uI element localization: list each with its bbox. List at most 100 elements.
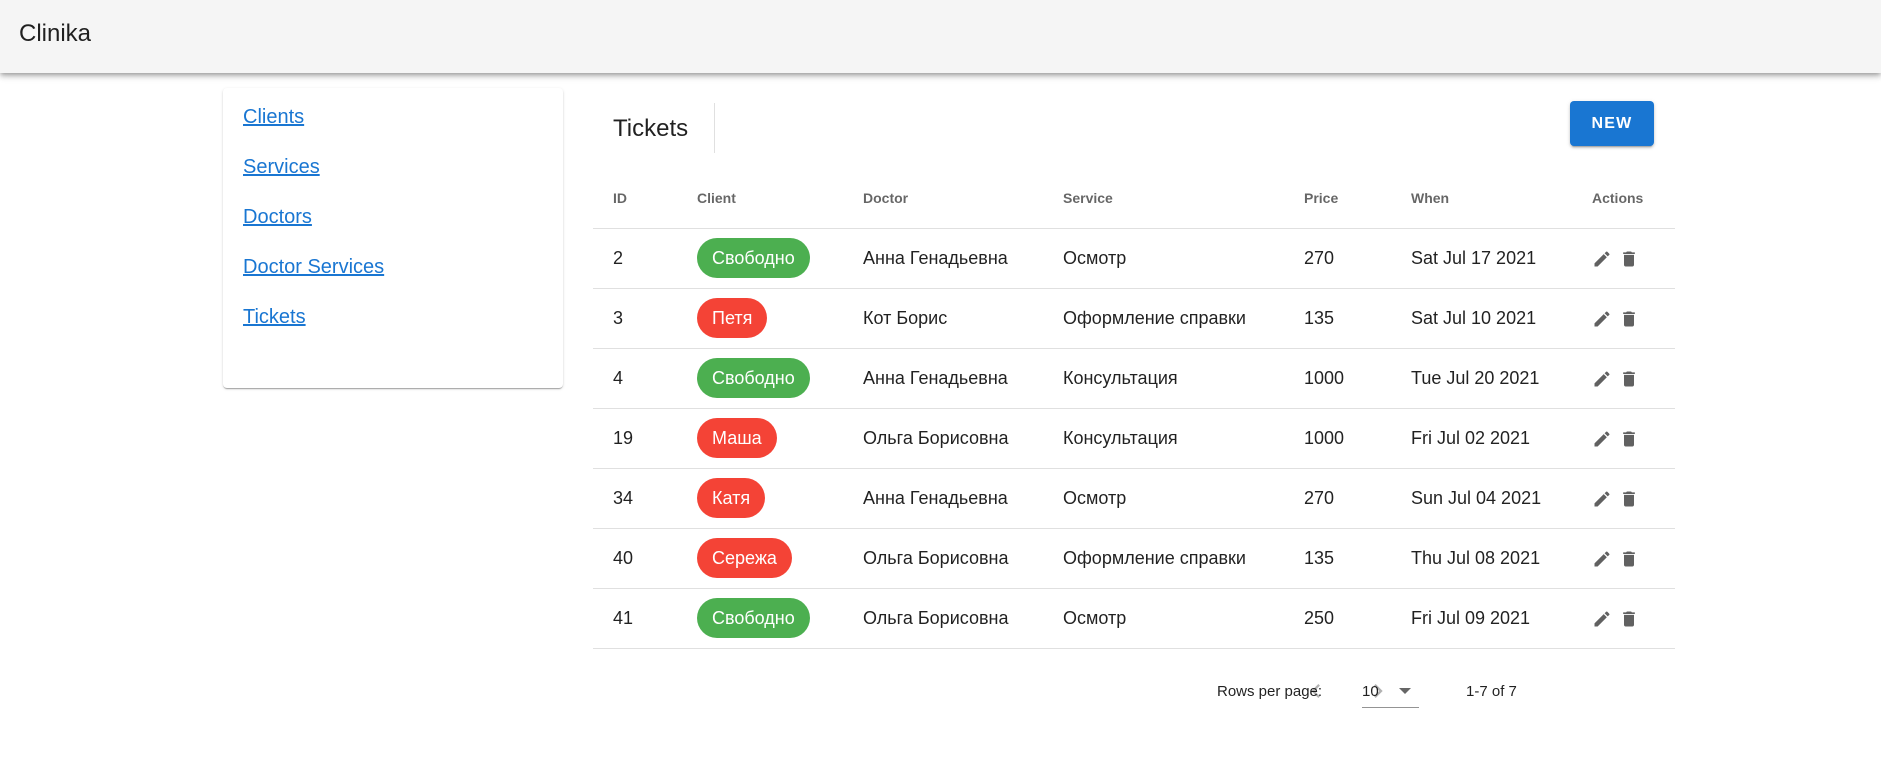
cell-doctor: Анна Генадьевна <box>863 468 1063 529</box>
cell-doctor: Ольга Борисовна <box>863 588 1063 649</box>
cell-id: 19 <box>593 408 697 469</box>
table-row[interactable]: 2 Свободно Анна Генадьевна Осмотр 270 Sat Jul… <box>593 228 1675 289</box>
title-divider <box>714 103 715 153</box>
column-header-price[interactable]: Price <box>1304 168 1411 229</box>
cell-when: Fri Jul 02 2021 <box>1411 408 1592 469</box>
table-row[interactable]: 4 Свободно Анна Генадьевна Консультация 1000… <box>593 348 1675 409</box>
delete-icon[interactable] <box>1619 609 1639 629</box>
table-row[interactable]: 19 Маша Ольга Борисовна Консультация 1000 Fri… <box>593 408 1675 469</box>
column-header-client[interactable]: Client <box>697 168 863 229</box>
cell-price: 135 <box>1304 528 1411 589</box>
edit-icon[interactable] <box>1592 429 1612 449</box>
table-row[interactable]: 41 Свободно Ольга Борисовна Осмотр 250 Fri Ju… <box>593 588 1675 649</box>
cell-price: 270 <box>1304 228 1411 289</box>
cell-service: Осмотр <box>1063 468 1304 529</box>
client-chip[interactable]: Маша <box>697 418 777 458</box>
cell-doctor: Анна Генадьевна <box>863 348 1063 409</box>
cell-doctor: Анна Генадьевна <box>863 228 1063 289</box>
cell-client: Свободно <box>697 348 863 409</box>
sidebar-item-tickets[interactable]: Tickets <box>243 306 306 329</box>
delete-icon[interactable] <box>1619 489 1639 509</box>
cell-doctor: Кот Борис <box>863 288 1063 349</box>
client-chip[interactable]: Свободно <box>697 598 810 638</box>
edit-icon[interactable] <box>1592 609 1612 629</box>
delete-icon[interactable] <box>1619 549 1639 569</box>
delete-icon[interactable] <box>1619 249 1639 269</box>
column-header-actions: Actions <box>1592 168 1675 229</box>
cell-service: Консультация <box>1063 348 1304 409</box>
page-range: 1-7 of 7 <box>1466 683 1517 700</box>
table-row[interactable]: 34 Катя Анна Генадьевна Осмотр 270 Sun Jul 04… <box>593 468 1675 529</box>
delete-icon[interactable] <box>1619 369 1639 389</box>
cell-service: Осмотр <box>1063 588 1304 649</box>
cell-price: 250 <box>1304 588 1411 649</box>
table-row[interactable]: 40 Сережа Ольга Борисовна Оформление справк… <box>593 528 1675 589</box>
cell-client: Петя <box>697 288 863 349</box>
new-ticket-button[interactable]: NEW <box>1570 101 1654 146</box>
app-bar: Clinika <box>0 0 1881 73</box>
delete-icon[interactable] <box>1619 309 1639 329</box>
cell-actions <box>1592 528 1675 589</box>
cell-client: Свободно <box>697 228 863 289</box>
column-header-id[interactable]: ID <box>593 168 697 229</box>
cell-doctor: Ольга Борисовна <box>863 528 1063 589</box>
cell-actions <box>1592 348 1675 409</box>
cell-price: 1000 <box>1304 348 1411 409</box>
cell-when: Sat Jul 17 2021 <box>1411 228 1592 289</box>
previous-page-button[interactable] <box>1302 677 1330 705</box>
cell-price: 270 <box>1304 468 1411 529</box>
cell-when: Sun Jul 04 2021 <box>1411 468 1592 529</box>
caret-down-icon <box>1399 688 1411 694</box>
edit-icon[interactable] <box>1592 489 1612 509</box>
cell-service: Оформление справки <box>1063 288 1304 349</box>
cell-actions <box>1592 468 1675 529</box>
cell-actions <box>1592 588 1675 649</box>
cell-doctor: Ольга Борисовна <box>863 408 1063 469</box>
cell-when: Thu Jul 08 2021 <box>1411 528 1592 589</box>
sidebar: Clients Services Doctors Doctor Services… <box>223 88 563 388</box>
sidebar-item-services[interactable]: Services <box>243 156 320 179</box>
sidebar-item-doctor-services[interactable]: Doctor Services <box>243 256 384 279</box>
cell-when: Tue Jul 20 2021 <box>1411 348 1592 409</box>
cell-service: Оформление справки <box>1063 528 1304 589</box>
sidebar-item-clients[interactable]: Clients <box>243 106 304 129</box>
tickets-table: ID Client Doctor Service Price When Acti… <box>593 168 1675 649</box>
main-content: Tickets NEW ID Client Doctor Service Pri… <box>593 88 1675 728</box>
column-header-when[interactable]: When <box>1411 168 1592 229</box>
cell-actions <box>1592 288 1675 349</box>
next-page-button[interactable] <box>1364 677 1392 705</box>
page-title: Tickets <box>613 115 689 142</box>
cell-client: Свободно <box>697 588 863 649</box>
client-chip[interactable]: Катя <box>697 478 766 518</box>
cell-client: Сережа <box>697 528 863 589</box>
cell-client: Катя <box>697 468 863 529</box>
column-header-doctor[interactable]: Doctor <box>863 168 1063 229</box>
edit-icon[interactable] <box>1592 549 1612 569</box>
cell-client: Маша <box>697 408 863 469</box>
cell-id: 34 <box>593 468 697 529</box>
edit-icon[interactable] <box>1592 309 1612 329</box>
client-chip[interactable]: Свободно <box>697 358 810 398</box>
cell-id: 2 <box>593 228 697 289</box>
cell-id: 4 <box>593 348 697 409</box>
cell-actions <box>1592 408 1675 469</box>
edit-icon[interactable] <box>1592 369 1612 389</box>
cell-id: 3 <box>593 288 697 349</box>
client-chip[interactable]: Свободно <box>697 238 810 278</box>
cell-service: Консультация <box>1063 408 1304 469</box>
table-row[interactable]: 3 Петя Кот Борис Оформление справки 135 Sat J… <box>593 288 1675 349</box>
cell-when: Fri Jul 09 2021 <box>1411 588 1592 649</box>
cell-price: 135 <box>1304 288 1411 349</box>
cell-service: Осмотр <box>1063 228 1304 289</box>
client-chip[interactable]: Петя <box>697 298 768 338</box>
table-body: 2 Свободно Анна Генадьевна Осмотр 270 Sat Jul… <box>593 228 1675 649</box>
sidebar-item-doctors[interactable]: Doctors <box>243 206 312 229</box>
cell-price: 1000 <box>1304 408 1411 469</box>
delete-icon[interactable] <box>1619 429 1639 449</box>
cell-when: Sat Jul 10 2021 <box>1411 288 1592 349</box>
pagination: Rows per page: 10 1-7 of 7 <box>593 668 1675 720</box>
client-chip[interactable]: Сережа <box>697 538 792 578</box>
cell-id: 41 <box>593 588 697 649</box>
edit-icon[interactable] <box>1592 249 1612 269</box>
column-header-service[interactable]: Service <box>1063 168 1304 229</box>
